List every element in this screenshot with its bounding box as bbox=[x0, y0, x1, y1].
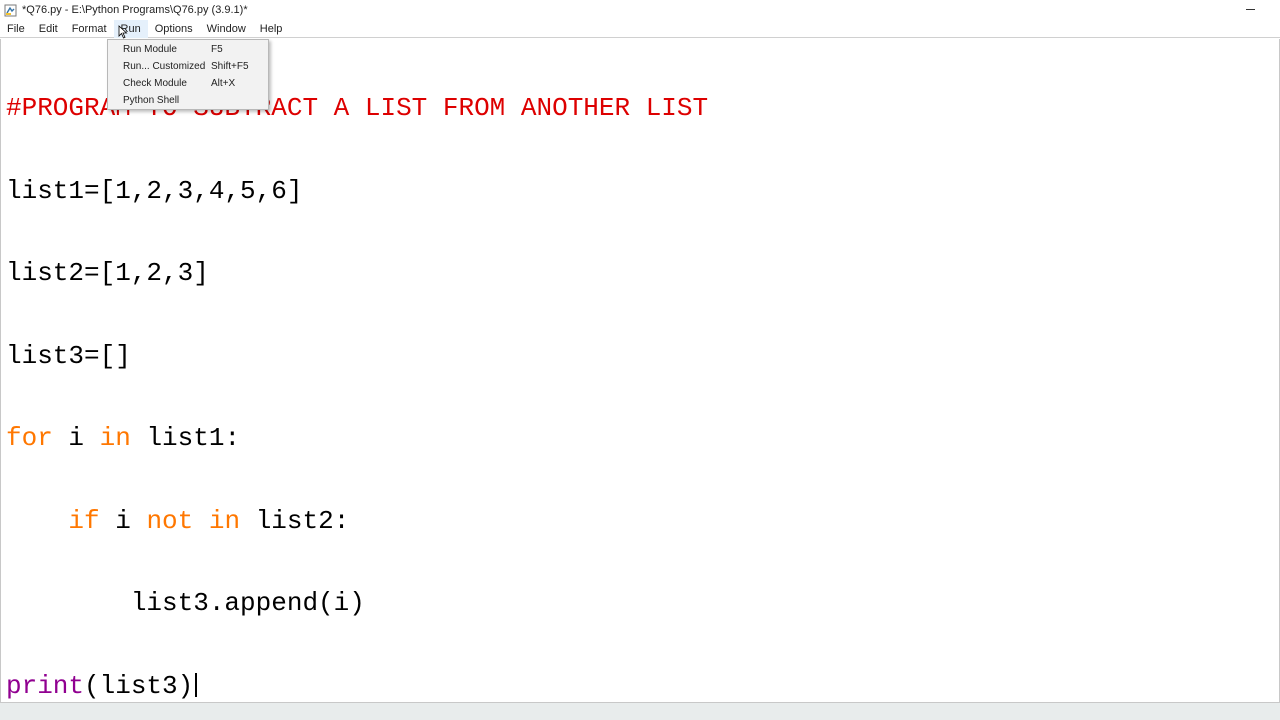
code-line-7: list3.append(i) bbox=[6, 588, 708, 618]
menu-item-shortcut: F5 bbox=[211, 44, 223, 55]
menu-item-shortcut: Alt+X bbox=[211, 78, 236, 89]
title-bar: *Q76.py - E:\Python Programs\Q76.py (3.9… bbox=[0, 0, 1280, 20]
menu-edit[interactable]: Edit bbox=[32, 20, 65, 38]
code-line-4: list3=[] bbox=[6, 340, 708, 371]
mouse-pointer-icon bbox=[118, 25, 128, 39]
menu-item-shortcut: Shift+F5 bbox=[211, 61, 249, 72]
keyword-token: if bbox=[68, 505, 100, 536]
menu-file[interactable]: File bbox=[0, 20, 32, 38]
menu-item-label: Run Module bbox=[123, 44, 177, 55]
code-line-8: print(list3) bbox=[6, 670, 708, 701]
menu-item-label: Python Shell bbox=[123, 95, 180, 106]
menu-window[interactable]: Window bbox=[200, 20, 253, 38]
menu-help[interactable]: Help bbox=[253, 20, 290, 38]
code-token: (list3) bbox=[84, 670, 194, 701]
minimize-icon bbox=[1245, 8, 1255, 10]
code-token: i bbox=[99, 505, 147, 536]
run-menu-dropdown: Run Module F5 Run... Customized Shift+F5… bbox=[107, 39, 269, 110]
code-line-6: if i not in list2: bbox=[6, 505, 708, 536]
menu-item-python-shell[interactable]: Python Shell bbox=[108, 92, 268, 109]
code-token: list1: bbox=[130, 423, 241, 453]
status-bar bbox=[0, 702, 1280, 720]
code-line-2: list1=[1,2,3,4,5,6] bbox=[6, 175, 708, 206]
keyword-token: for bbox=[6, 423, 53, 453]
keyword-token: not bbox=[146, 505, 194, 536]
minimize-button[interactable] bbox=[1240, 2, 1260, 16]
python-idle-icon bbox=[4, 4, 17, 16]
menu-item-run-module[interactable]: Run Module F5 bbox=[108, 41, 268, 58]
idle-editor-window: *Q76.py - E:\Python Programs\Q76.py (3.9… bbox=[0, 0, 1280, 720]
window-title: *Q76.py - E:\Python Programs\Q76.py (3.9… bbox=[22, 4, 248, 16]
code-editor[interactable]: #PROGRAM TO SUBTRACT A LIST FROM ANOTHER… bbox=[0, 39, 1280, 702]
menu-item-check-module[interactable]: Check Module Alt+X bbox=[108, 75, 268, 92]
keyword-token: in bbox=[99, 423, 131, 453]
code-line-5: for i in list1: bbox=[6, 423, 708, 453]
menu-format[interactable]: Format bbox=[65, 20, 114, 38]
menu-options[interactable]: Options bbox=[148, 20, 200, 38]
text-cursor bbox=[195, 672, 198, 697]
code-token: i bbox=[52, 423, 100, 453]
indent-token bbox=[6, 506, 68, 536]
builtin-token: print bbox=[6, 670, 85, 701]
code-token: list1=[1,2,3,4,5,6] bbox=[6, 175, 303, 206]
menu-bar: File Edit Format Run Options Window Help bbox=[0, 19, 1280, 38]
menu-item-label: Run... Customized bbox=[123, 61, 206, 72]
code-token: list2=[1,2,3] bbox=[6, 258, 209, 288]
menu-item-run-customized[interactable]: Run... Customized Shift+F5 bbox=[108, 58, 268, 75]
code-line-3: list2=[1,2,3] bbox=[6, 258, 708, 288]
menu-item-label: Check Module bbox=[123, 78, 187, 89]
code-text: #PROGRAM TO SUBTRACT A LIST FROM ANOTHER… bbox=[6, 40, 708, 720]
code-token: list2: bbox=[240, 505, 350, 536]
code-token: list3=[] bbox=[6, 340, 131, 371]
code-token: list3.append(i) bbox=[6, 588, 365, 618]
keyword-token: in bbox=[208, 505, 241, 536]
